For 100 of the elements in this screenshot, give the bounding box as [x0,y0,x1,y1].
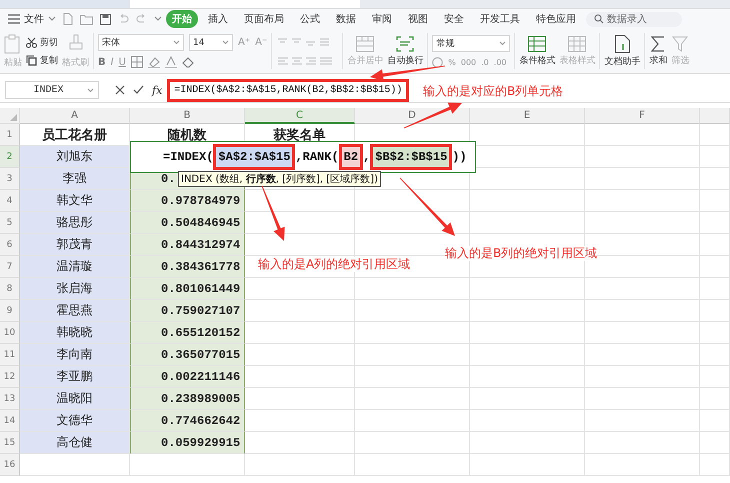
table-cell: 李向南 [20,344,130,366]
wrap-text-button[interactable]: 自动换行 [387,36,424,66]
table-cell [700,146,730,168]
table-cell: 0.655120152 [130,322,245,344]
table-cell: 0.002211146 [130,366,245,388]
number-format-button[interactable]: .00 [494,58,507,66]
column-header[interactable]: E [470,108,585,124]
row-header[interactable]: 4 [0,190,20,212]
ribbon-tab[interactable]: 数据 [330,10,362,28]
insert-function-button[interactable]: fx [152,84,162,96]
row-header[interactable]: 3 [0,168,20,190]
table-cell [700,212,730,234]
annotation-text: 输入的是B列的绝对引用区域 [445,246,598,261]
table-cell [700,388,730,410]
ribbon-tab[interactable]: 审阅 [366,10,398,28]
row-header[interactable]: 1 [0,124,20,146]
column-header[interactable]: C [245,108,355,124]
chevron-down-icon[interactable] [154,16,162,22]
check-icon[interactable] [133,85,144,95]
column-header[interactable]: A [20,108,130,124]
table-cell [700,322,730,344]
row-header[interactable]: 6 [0,234,20,256]
row-header[interactable]: 2 [0,146,20,168]
folder-icon[interactable] [80,14,93,24]
copy-button[interactable]: 复制 [26,54,58,66]
number-format-select[interactable]: 常规 [432,34,510,52]
formula-part: $A$2:$A$15 [213,144,296,170]
name-box[interactable]: INDEX [5,81,99,99]
row-header[interactable]: 11 [0,344,20,366]
shrink-font-button[interactable]: A⁻ [255,37,268,48]
column-header[interactable] [700,108,730,124]
number-format-button[interactable]: % [448,58,456,66]
ribbon-tab[interactable]: 开发工具 [474,10,526,28]
ribbon-tab[interactable]: 插入 [202,10,234,28]
ribbon-tab[interactable]: 安全 [438,10,470,28]
row-header[interactable]: 7 [0,256,20,278]
table-cell: 0.365077015 [130,344,245,366]
grid-icon [528,36,546,52]
font-style-button[interactable]: I [110,56,114,68]
table-cell: 0.978784979 [130,190,245,212]
border-icon[interactable] [130,56,143,68]
row-header[interactable]: 5 [0,212,20,234]
table-cell: 温清璇 [20,256,130,278]
table-cell: 0.238989005 [130,388,245,410]
row-header[interactable]: 13 [0,388,20,410]
ribbon-tab[interactable]: 视图 [402,10,434,28]
fill-color-icon[interactable] [148,56,160,68]
sum-button[interactable]: 求和 [649,36,668,66]
font-select[interactable]: 宋体 [98,34,184,51]
eraser-icon[interactable] [182,56,194,68]
column-header[interactable]: F [585,108,700,124]
row-header[interactable]: 10 [0,322,20,344]
formula-part: , [363,149,370,165]
formula-part: B2 [338,144,364,170]
font-style-button[interactable]: U [118,56,126,68]
copy-icon [26,54,37,66]
font-style-button[interactable]: B [98,56,106,68]
ribbon-tab[interactable]: 开始 [166,10,198,28]
table-cell: 李亚鹏 [20,366,130,388]
ribbon-tab[interactable]: 特色应用 [530,10,582,28]
document-helper-button[interactable]: 文档助手 [604,34,640,68]
search-field[interactable]: 数据录入 [586,12,682,26]
undo-icon[interactable] [118,14,129,24]
row-header[interactable]: 16 [0,454,20,476]
conditional-format-button[interactable]: 条件格式 [519,36,556,66]
table-cell: 0.759027107 [130,300,245,322]
number-format-button[interactable]: 000 [460,58,476,66]
formula-input[interactable]: =INDEX($A$2:$A$15,RANK(B2,$B$2:$B$15)) [170,82,406,98]
file-menu[interactable]: 文件 [24,12,44,26]
save-icon[interactable] [100,14,111,24]
table-cell: 李强 [20,168,130,190]
redo-icon[interactable] [136,14,147,24]
new-file-icon[interactable] [63,13,73,25]
row-header[interactable]: 8 [0,278,20,300]
table-cell [700,366,730,388]
table-cell: 霍思燕 [20,300,130,322]
cut-button[interactable]: 剪切 [26,36,58,48]
table-cell: 郭茂青 [20,234,130,256]
grid-icon [568,36,586,52]
row-header[interactable]: 9 [0,300,20,322]
close-icon[interactable] [115,85,125,95]
triangle-icon [10,114,17,121]
ribbon-tab[interactable]: 公式 [294,10,326,28]
row-header[interactable]: 12 [0,366,20,388]
row-header[interactable]: 15 [0,432,20,454]
ribbon-tab[interactable]: 页面布局 [238,10,290,28]
cell-editor[interactable]: =INDEX( $A$2:$A$15 ,RANK( B2 , $B$2:$B$15 )) [130,141,476,173]
table-cell: 0.844312974 [130,234,245,256]
row-header[interactable]: 14 [0,410,20,432]
search-input[interactable]: 数据录入 [607,14,669,24]
font-size-select[interactable]: 14 [189,34,233,51]
number-format-button[interactable]: .0 [481,58,489,66]
annotation-arrow [262,186,285,241]
chevron-down-icon [48,16,56,22]
grow-font-button[interactable]: A⁺ [238,37,250,48]
table-cell [700,190,730,212]
font-color-icon[interactable] [164,56,177,68]
menu-icon[interactable] [8,14,20,24]
function-tooltip: INDEX (数组, 行序数, [列序数], [区域序数]) [178,171,381,187]
table-icon [356,36,374,52]
